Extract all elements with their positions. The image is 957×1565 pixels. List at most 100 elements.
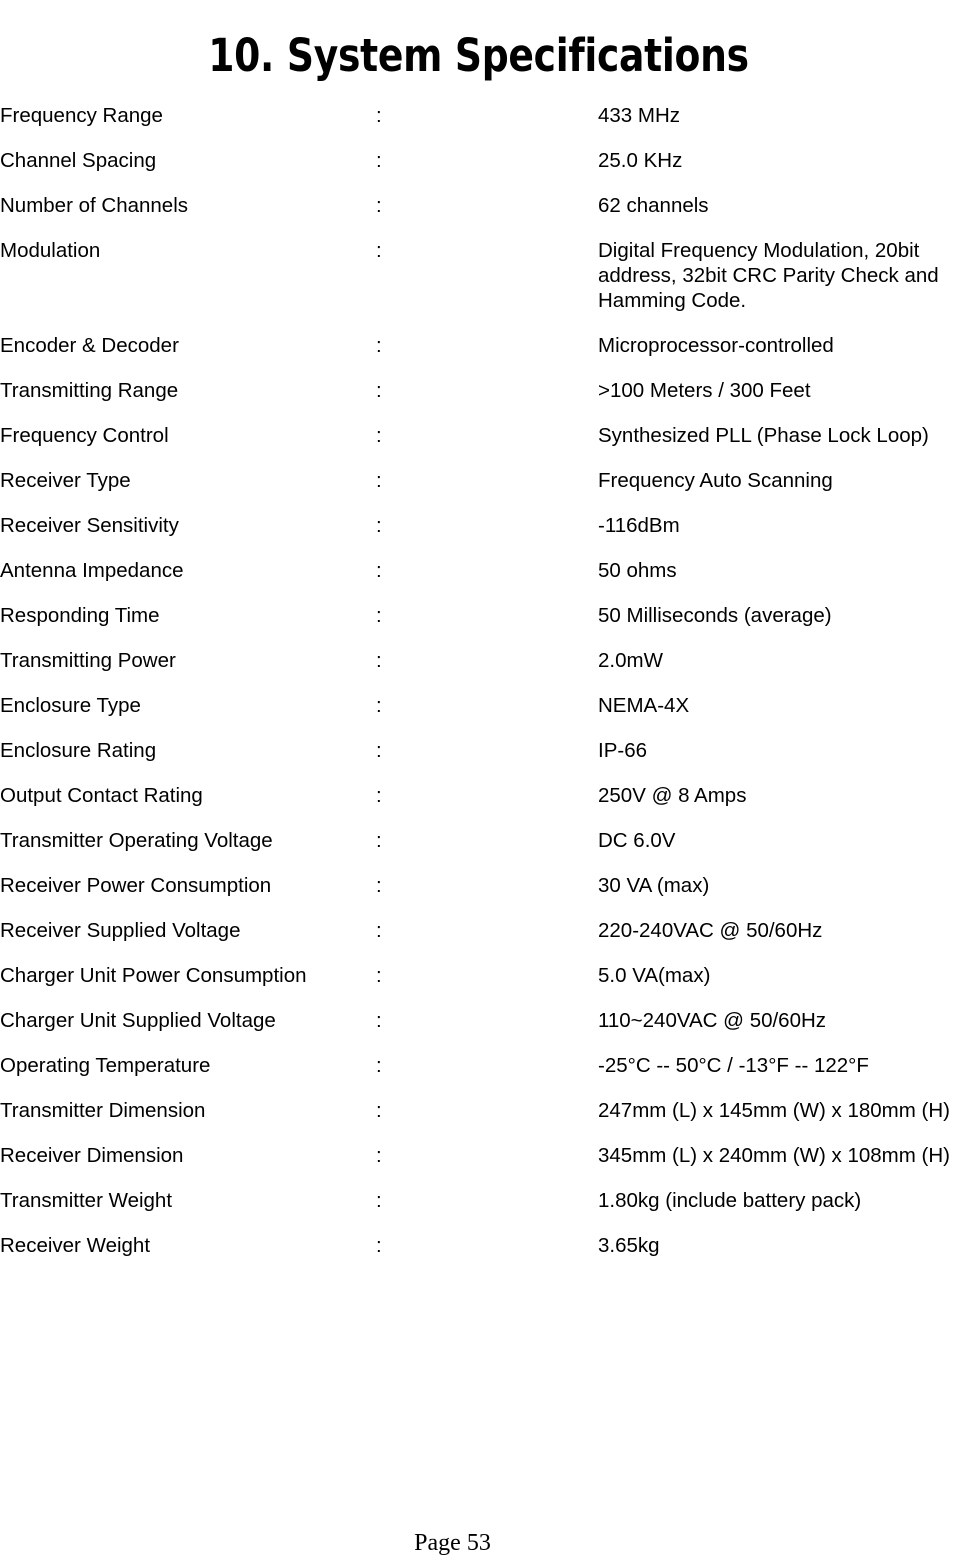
spec-separator: : xyxy=(376,829,382,852)
spec-row: Transmitter Operating Voltage: DC 6.0V xyxy=(0,828,957,853)
spec-value: 110~240VAC @ 50/60Hz xyxy=(598,1009,827,1032)
spec-label: Frequency Range xyxy=(0,104,163,127)
spec-separator: : xyxy=(376,694,382,717)
spec-label: Transmitting Range xyxy=(0,379,179,402)
spec-label: Receiver Supplied Voltage xyxy=(0,919,241,942)
spec-separator: : xyxy=(376,784,382,807)
spec-row: Responding Time: 50 Milliseconds (average… xyxy=(0,603,957,628)
spec-label: Enclosure Type xyxy=(0,694,141,717)
spec-value: 30 VA (max) xyxy=(598,874,710,897)
spec-row: Receiver Supplied Voltage: 220-240VAC @ 5… xyxy=(0,918,957,943)
spec-separator: : xyxy=(376,194,382,217)
spec-label: Receiver Sensitivity xyxy=(0,514,179,537)
spec-separator: : xyxy=(376,239,382,262)
spec-row: Enclosure Type: NEMA-4X xyxy=(0,693,957,718)
spec-value: Synthesized PLL (Phase Lock Loop) xyxy=(598,424,929,447)
spec-label: Receiver Type xyxy=(0,469,131,492)
spec-separator: : xyxy=(376,964,382,987)
specifications-table: Frequency Range: 433 MHz Channel Spacing: 2… xyxy=(0,103,957,1278)
spec-row: Transmitter Dimension: 247mm (L) x 145mm … xyxy=(0,1098,957,1123)
spec-value: Frequency Auto Scanning xyxy=(598,469,833,492)
spec-value: 2.0mW xyxy=(598,649,663,672)
spec-label: Modulation xyxy=(0,239,101,262)
spec-separator: : xyxy=(376,424,382,447)
spec-label: Transmitting Power xyxy=(0,649,176,672)
spec-label: Charger Unit Power Consumption xyxy=(0,964,307,987)
spec-label: Operating Temperature xyxy=(0,1054,211,1077)
spec-separator: : xyxy=(376,874,382,897)
spec-label: Receiver Weight xyxy=(0,1234,151,1257)
spec-row: Frequency Control: Synthesized PLL (Phase… xyxy=(0,423,957,448)
spec-value: 50 ohms xyxy=(598,559,677,582)
spec-separator: : xyxy=(376,739,382,762)
spec-row: Number of Channels: 62 channels xyxy=(0,193,957,218)
spec-row: Antenna Impedance: 50 ohms xyxy=(0,558,957,583)
spec-row: Receiver Power Consumption: 30 VA (max) xyxy=(0,873,957,898)
spec-label: Transmitter Weight xyxy=(0,1189,173,1212)
spec-value: NEMA-4X xyxy=(598,694,690,717)
spec-value: Microprocessor-controlled xyxy=(598,334,834,357)
spec-row: Charger Unit Supplied Voltage: 110~240VAC… xyxy=(0,1008,957,1033)
spec-value: >100 Meters / 300 Feet xyxy=(598,379,811,402)
spec-separator: : xyxy=(376,1144,382,1167)
spec-row: Transmitting Range: >100 Meters / 300 Fee… xyxy=(0,378,957,403)
spec-separator: : xyxy=(376,559,382,582)
spec-separator: : xyxy=(376,1009,382,1032)
spec-value: 247mm (L) x 145mm (W) x 180mm (H) xyxy=(598,1099,950,1122)
spec-label: Channel Spacing xyxy=(0,149,157,172)
spec-row: Output Contact Rating: 250V @ 8 Amps xyxy=(0,783,957,808)
spec-label: Responding Time xyxy=(0,604,160,627)
spec-separator: : xyxy=(376,1234,382,1257)
spec-value: 1.80kg (include battery pack) xyxy=(598,1189,862,1212)
spec-label: Transmitter Dimension xyxy=(0,1099,206,1122)
specifications-page: 10. System Specifications Frequency Rang… xyxy=(0,0,957,1565)
spec-value: 3.65kg xyxy=(598,1234,660,1257)
spec-label: Number of Channels xyxy=(0,194,189,217)
spec-separator: : xyxy=(376,919,382,942)
page-title: 10. System Specifications xyxy=(208,29,749,83)
spec-separator: : xyxy=(376,334,382,357)
spec-separator: : xyxy=(376,1189,382,1212)
spec-value: 50 Milliseconds (average) xyxy=(598,604,832,627)
spec-row: Frequency Range: 433 MHz xyxy=(0,103,957,128)
spec-value: 345mm (L) x 240mm (W) x 108mm (H) xyxy=(598,1144,950,1167)
spec-label: Receiver Power Consumption xyxy=(0,874,272,897)
spec-row: Channel Spacing: 25.0 KHz xyxy=(0,148,957,173)
spec-row: Enclosure Rating: IP-66 xyxy=(0,738,957,763)
spec-value: Digital Frequency Modulation, 20bit addr… xyxy=(598,239,939,312)
spec-separator: : xyxy=(376,649,382,672)
spec-label: Frequency Control xyxy=(0,424,169,447)
spec-row: Charger Unit Power Consumption: 5.0 VA(ma… xyxy=(0,963,957,988)
spec-separator: : xyxy=(376,1054,382,1077)
spec-value: 5.0 VA(max) xyxy=(598,964,711,987)
spec-value: -116dBm xyxy=(598,514,680,537)
spec-row: Transmitter Weight: 1.80kg (include batte… xyxy=(0,1188,957,1213)
spec-separator: : xyxy=(376,604,382,627)
spec-row: Receiver Dimension: 345mm (L) x 240mm (W)… xyxy=(0,1143,957,1168)
spec-value: -25°C -- 50°C / -13°F -- 122°F xyxy=(598,1054,869,1077)
page-footer: Page 53 xyxy=(414,1530,491,1556)
spec-label: Antenna Impedance xyxy=(0,559,184,582)
spec-value: DC 6.0V xyxy=(598,829,676,852)
spec-row: Operating Temperature: -25°C -- 50°C / -1… xyxy=(0,1053,957,1078)
spec-label: Charger Unit Supplied Voltage xyxy=(0,1009,276,1032)
spec-separator: : xyxy=(376,149,382,172)
spec-value: 433 MHz xyxy=(598,104,681,127)
spec-label: Transmitter Operating Voltage xyxy=(0,829,273,852)
spec-value: 220-240VAC @ 50/60Hz xyxy=(598,919,823,942)
spec-separator: : xyxy=(376,514,382,537)
spec-label: Encoder & Decoder xyxy=(0,334,179,357)
spec-row: Receiver Type: Frequency Auto Scanning xyxy=(0,468,957,493)
spec-label: Enclosure Rating xyxy=(0,739,157,762)
spec-value: 25.0 KHz xyxy=(598,149,683,172)
spec-row: Encoder & Decoder: Microprocessor-control… xyxy=(0,333,957,358)
spec-row: Receiver Sensitivity: -116dBm xyxy=(0,513,957,538)
spec-label: Receiver Dimension xyxy=(0,1144,184,1167)
spec-separator: : xyxy=(376,104,382,127)
spec-row: Modulation: Digital Frequency Modulation,… xyxy=(0,238,957,313)
spec-row: Transmitting Power: 2.0mW xyxy=(0,648,957,673)
spec-row: Receiver Weight: 3.65kg xyxy=(0,1233,957,1258)
spec-value: IP-66 xyxy=(598,739,647,762)
spec-separator: : xyxy=(376,469,382,492)
spec-value: 62 channels xyxy=(598,194,709,217)
